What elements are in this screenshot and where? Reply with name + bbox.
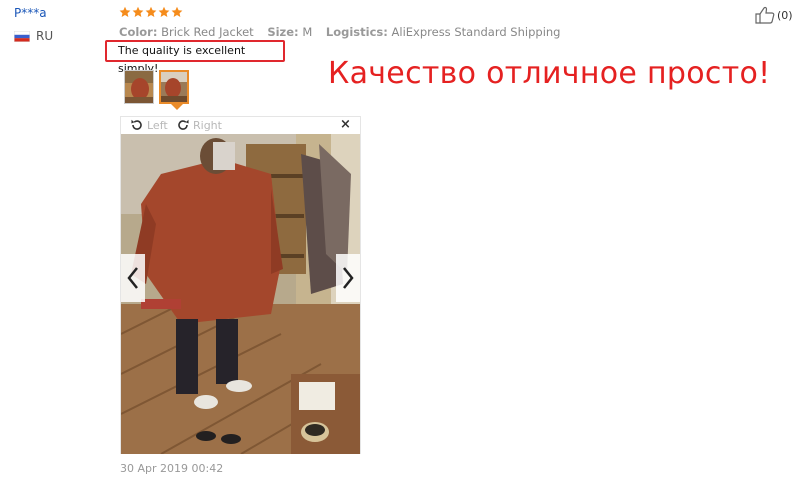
order-details: Color: Brick Red Jacket Size: M Logistic… xyxy=(119,25,570,39)
logistics-value: AliExpress Standard Shipping xyxy=(391,25,561,39)
rotate-left-button[interactable]: Left xyxy=(130,118,168,132)
review-photo-thumbnail[interactable] xyxy=(124,70,154,104)
helpful-count: (0) xyxy=(777,8,793,22)
color-value: Brick Red Jacket xyxy=(161,25,254,39)
rotate-right-button[interactable]: Right xyxy=(176,118,222,132)
next-photo-button[interactable] xyxy=(336,254,360,302)
thumbs-up-icon xyxy=(755,6,775,24)
reviewer-name[interactable]: P***a xyxy=(14,6,47,20)
rotate-right-label: Right xyxy=(193,118,222,132)
thumbnail-image xyxy=(125,71,153,103)
star-icon xyxy=(145,6,157,17)
star-icon xyxy=(171,6,183,17)
star-icon xyxy=(119,6,131,17)
color-label: Color: xyxy=(119,25,158,39)
helpful-button[interactable]: (0) xyxy=(755,6,793,24)
chevron-right-icon xyxy=(343,267,354,289)
thumbnail-image xyxy=(161,72,187,102)
review-photo xyxy=(121,134,360,454)
reviewer-country: RU xyxy=(14,29,53,43)
rotate-left-icon xyxy=(131,119,142,130)
star-rating xyxy=(119,6,183,18)
logistics-label: Logistics: xyxy=(325,25,388,39)
active-thumbnail-indicator xyxy=(171,104,183,110)
review-date: 30 Apr 2019 00:42 xyxy=(120,462,224,475)
star-icon xyxy=(132,6,144,17)
country-code: RU xyxy=(36,29,54,43)
star-icon xyxy=(158,6,170,17)
chevron-left-icon xyxy=(127,267,138,289)
review-text: The quality is excellent simply! xyxy=(105,40,285,75)
size-value: M xyxy=(302,25,313,39)
review-photo-thumbnail-active[interactable] xyxy=(159,70,189,104)
previous-photo-button[interactable] xyxy=(121,254,145,302)
russia-flag-icon xyxy=(14,30,30,42)
rotate-right-icon xyxy=(178,119,189,130)
rotate-left-label: Left xyxy=(147,118,168,132)
translation-caption: Качество отличное просто! xyxy=(328,56,771,91)
close-icon[interactable]: × xyxy=(340,117,351,132)
size-label: Size: xyxy=(267,25,299,39)
